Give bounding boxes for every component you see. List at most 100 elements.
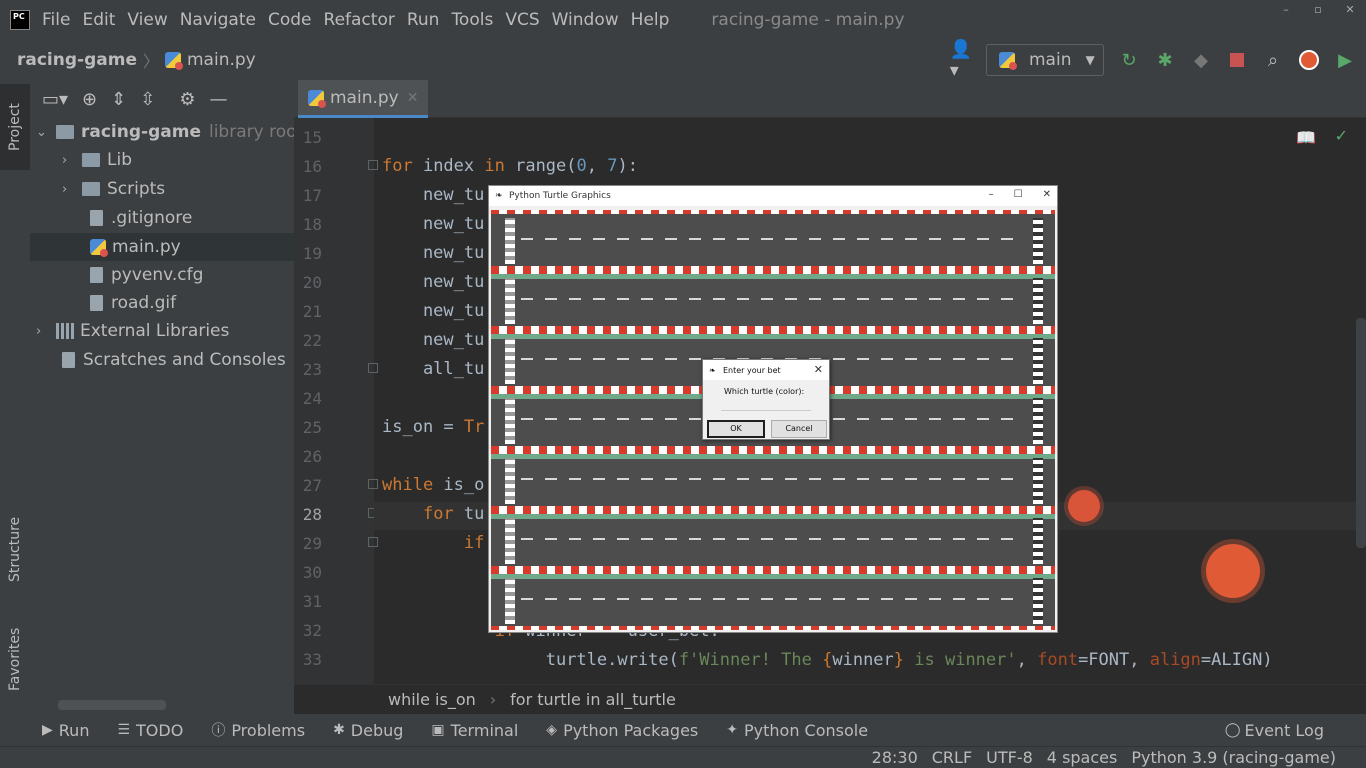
menu-navigate[interactable]: Navigate [180,10,256,30]
line-number: 17 [302,186,322,205]
bet-input[interactable] [721,399,811,411]
menu-view[interactable]: View [127,10,167,30]
terminal-icon: ▣ [431,722,445,738]
breadcrumb-file-label: main.py [187,50,256,70]
tree-item-main-py[interactable]: main.py [30,233,294,261]
line-number: 25 [302,418,322,437]
horizontal-scrollbar[interactable] [58,700,166,710]
race-lane [491,570,1055,630]
breadcrumb-while[interactable]: while is_on [388,690,476,709]
project-view-icon[interactable]: ▭▾ [42,89,68,110]
close-button[interactable]: ✕ [1043,189,1051,200]
bug-icon: ✱ [333,722,345,738]
menu-vcs[interactable]: VCS [505,10,539,30]
debug-tool-button[interactable]: ✱ Debug [333,721,403,740]
code-line: new_tu [382,185,485,205]
breadcrumb-for[interactable]: for turtle in all_turtle [510,690,676,709]
plugin-icon[interactable]: ▶ [1334,49,1356,71]
run-tool-button[interactable]: ▶ Run [42,721,89,740]
fold-marker-icon[interactable] [368,363,378,373]
tree-item-label: Lib [107,150,132,170]
vertical-scrollbar[interactable] [1356,318,1366,548]
turtle-window-controls: – ☐ ✕ [989,189,1051,200]
line-number: 26 [302,447,322,466]
cancel-button[interactable]: Cancel [771,420,827,438]
race-lane [491,450,1055,510]
menu-refactor[interactable]: Refactor [324,10,395,30]
tree-item-label: .gitignore [111,208,193,228]
reader-mode-icon[interactable]: 📖 [1296,128,1316,147]
tree-item-road-gif[interactable]: road.gif [90,289,176,317]
race-lane [491,270,1055,330]
hide-icon[interactable]: — [209,89,227,110]
python-icon: ✦ [726,722,738,738]
rerun-icon[interactable]: ↻ [1118,49,1140,71]
todo-tool-button[interactable]: ☰ TODO [117,721,183,740]
line-separator[interactable]: CRLF [932,748,972,767]
indent-setting[interactable]: 4 spaces [1047,748,1118,767]
menu-edit[interactable]: Edit [82,10,115,30]
stop-icon[interactable] [1226,49,1248,71]
turtle-window-title: Python Turtle Graphics [509,191,611,201]
line-gutter: 15 16 17 18 19 20 21 22 23 24 25 26 27 2… [294,118,378,684]
terminal-tool-button[interactable]: ▣ Terminal [431,721,518,740]
menu-tools[interactable]: Tools [451,10,493,30]
close-button[interactable]: ✕ [814,363,823,376]
pycharm-logo-icon: PC [10,10,30,30]
caret-position[interactable]: 28:30 [872,748,918,767]
python-packages-tool-button[interactable]: ◈ Python Packages [546,721,698,740]
dialog-title: Enter your bet [723,365,781,375]
fold-marker-icon[interactable] [368,160,378,170]
locate-icon[interactable]: ⊕ [82,89,97,110]
tree-root[interactable]: ⌄ racing-game library root, [36,118,294,146]
update-icon[interactable] [1298,49,1320,71]
python-file-icon [165,52,183,70]
debug-icon[interactable]: ✱ [1154,49,1176,71]
problems-tool-button[interactable]: ⓘ Problems [211,720,305,740]
gear-icon[interactable]: ⚙ [179,89,195,110]
race-lane [491,210,1055,270]
menu-help[interactable]: Help [631,10,670,30]
tree-item-external-libraries[interactable]: › External Libraries [36,317,229,345]
maximize-button[interactable]: ☐ [1014,189,1023,200]
python-file-icon [308,89,326,108]
menu-run[interactable]: Run [407,10,440,30]
tab-project[interactable]: Project [0,84,30,170]
breadcrumb-project[interactable]: racing-game [17,50,137,70]
event-log-button[interactable]: ◯ Event Log [1225,721,1324,740]
python-console-tool-button[interactable]: ✦ Python Console [726,721,868,740]
tab-main-py[interactable]: main.py ✕ [298,80,429,118]
tree-item-gitignore[interactable]: .gitignore [90,204,192,232]
python-interpreter[interactable]: Python 3.9 (racing-game) [1131,748,1336,767]
coverage-icon[interactable]: ◆ [1190,49,1212,71]
problems-tool-label: Problems [231,720,306,740]
ok-button[interactable]: OK [707,420,765,438]
python-packages-tool-label: Python Packages [563,720,699,740]
code-line: new_tu [382,214,485,234]
user-icon[interactable]: 👤▾ [950,39,972,81]
close-tab-icon[interactable]: ✕ [407,90,419,106]
tree-item-lib[interactable]: › Lib [62,146,132,174]
expand-all-icon[interactable]: ⇕ [111,89,126,110]
close-button[interactable]: ✕ [1334,0,1366,20]
tree-item-scratches[interactable]: Scratches and Consoles [62,346,286,374]
tab-favorites[interactable]: Favorites [0,614,30,704]
minimize-button[interactable]: – [1270,0,1302,20]
breadcrumb-separator-icon: › [489,690,497,709]
tree-item-pyvenv[interactable]: pyvenv.cfg [90,261,203,289]
fold-marker-icon[interactable] [368,537,378,547]
search-icon[interactable]: ⌕ [1262,49,1284,71]
run-configuration-select[interactable]: main ▼ [986,44,1104,76]
menu-window[interactable]: Window [552,10,619,30]
file-encoding[interactable]: UTF-8 [986,748,1033,767]
tab-structure[interactable]: Structure [0,504,30,594]
fold-marker-icon[interactable] [368,479,378,489]
menu-code[interactable]: Code [268,10,312,30]
breadcrumb-file[interactable]: main.py [165,50,256,70]
minimize-button[interactable]: – [989,189,994,200]
collapse-all-icon[interactable]: ⇳ [140,89,155,110]
menu-file[interactable]: File [42,10,70,30]
maximize-button[interactable]: ▫ [1302,0,1334,20]
tree-item-scripts[interactable]: › Scripts [62,175,165,203]
navigation-toolbar: racing-game 〉 main.py 👤▾ main ▼ ↻ ✱ ◆ ⌕ … [0,39,1366,81]
